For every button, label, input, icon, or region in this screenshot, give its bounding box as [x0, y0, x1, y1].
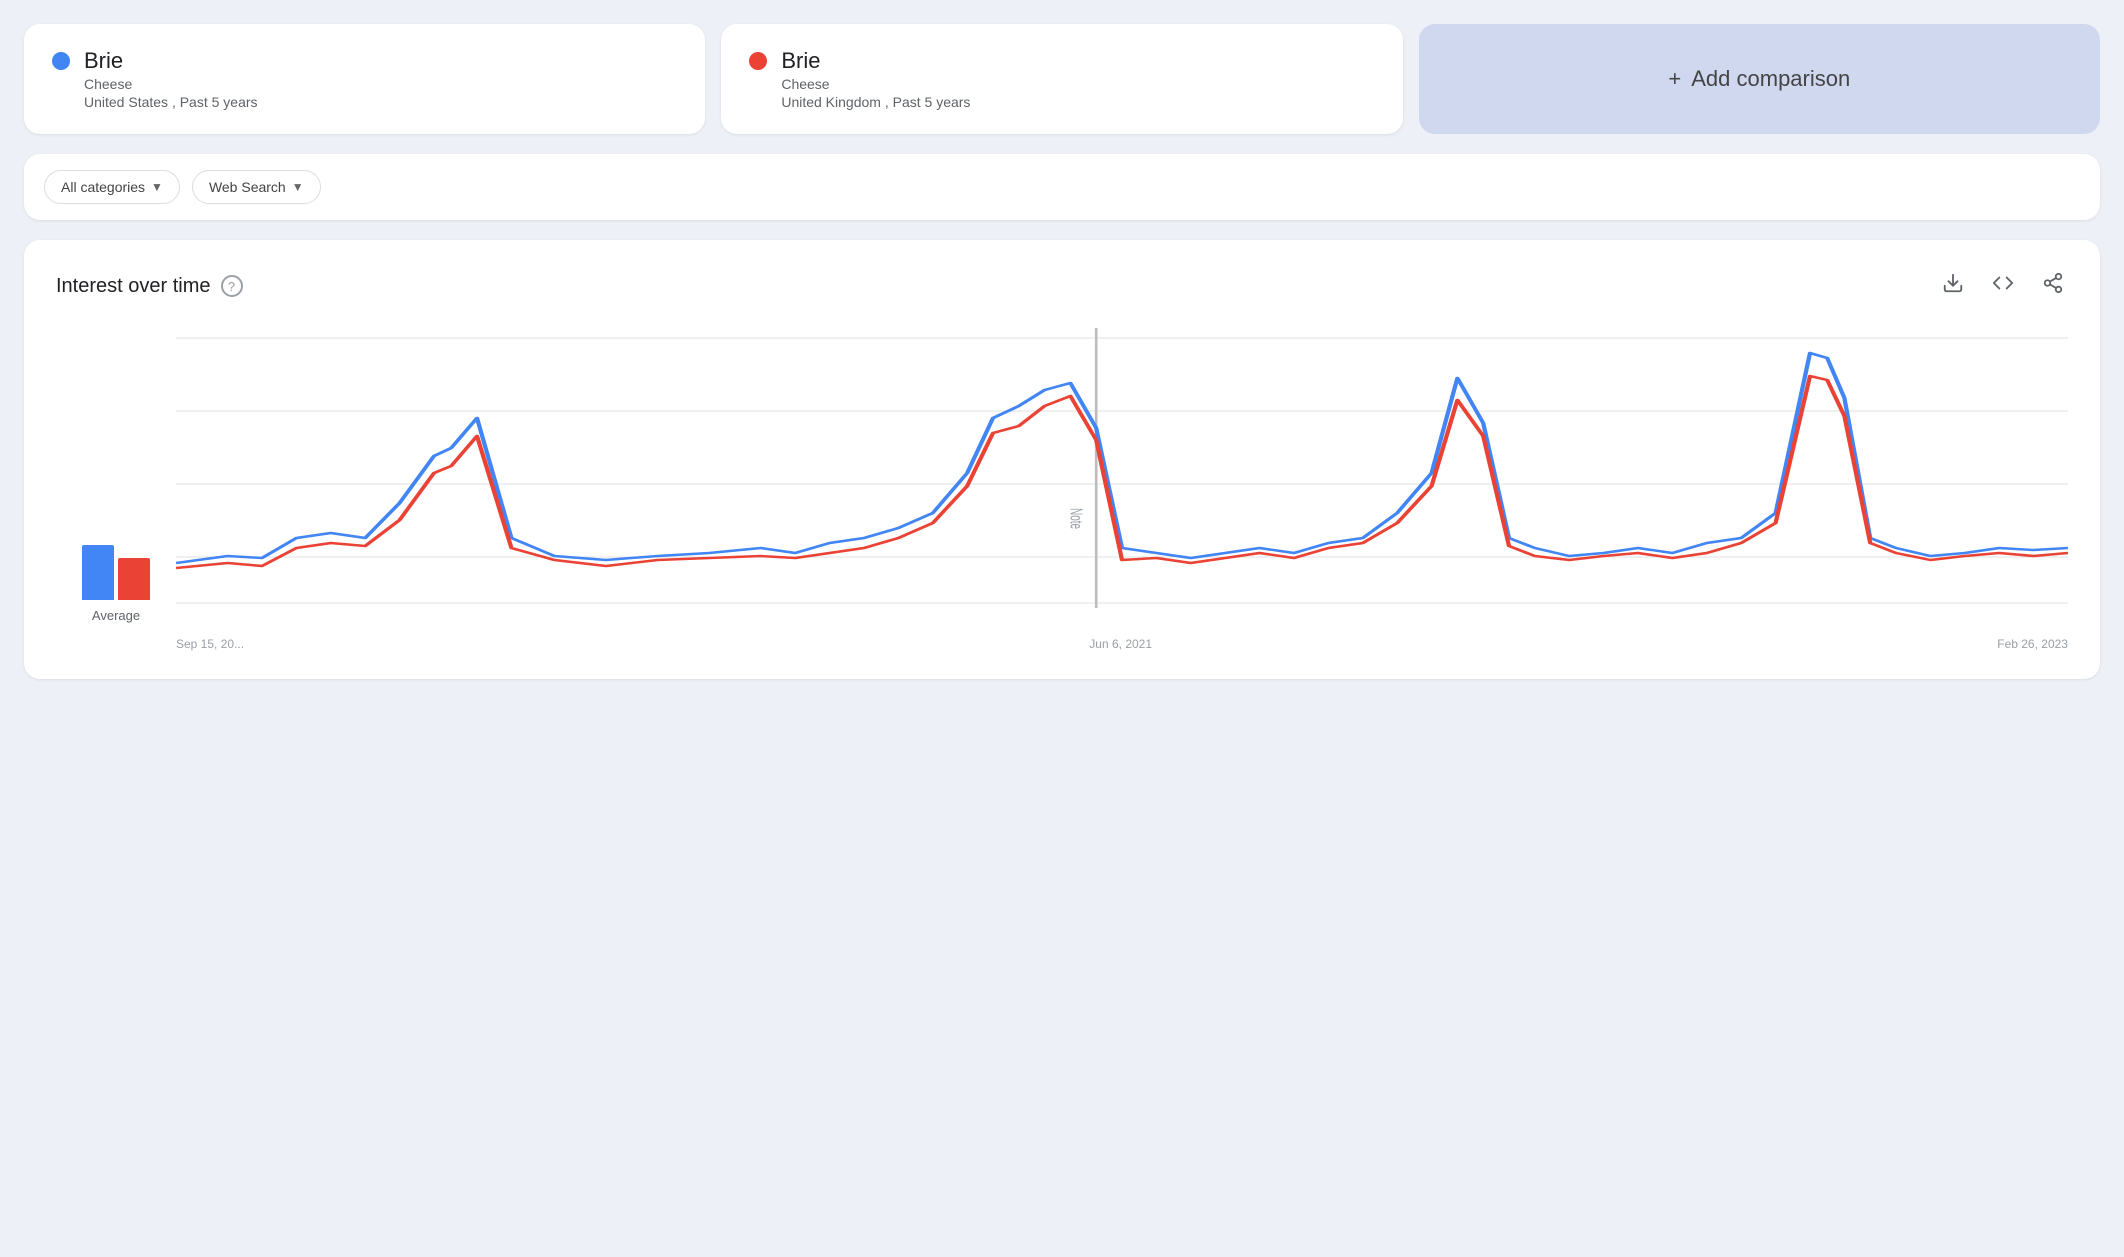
chart-area: 100 75 50 25 Note Sep 15, 20... Jun 6, 2…	[176, 328, 2068, 651]
term-category-1: Cheese	[84, 76, 258, 92]
term-name-1: Brie	[84, 48, 258, 74]
term-dot-1	[52, 52, 70, 70]
chart-section: Interest over time ?	[24, 240, 2100, 679]
categories-label: All categories	[61, 179, 145, 195]
chart-legend-left: Average	[56, 328, 176, 651]
legend-label: Average	[92, 608, 140, 623]
chart-title-group: Interest over time ?	[56, 275, 243, 298]
legend-bars	[82, 540, 150, 600]
svg-text:Note: Note	[1067, 508, 1087, 529]
legend-bar-red	[118, 558, 150, 600]
embed-button[interactable]	[1988, 268, 2018, 304]
term-category-2: Cheese	[781, 76, 970, 92]
term-card-1: Brie Cheese United States , Past 5 years	[24, 24, 705, 134]
chart-container: Average 100 75 50 25 Note	[56, 328, 2068, 651]
x-label-3: Feb 26, 2023	[1997, 637, 2068, 651]
chart-header: Interest over time ?	[56, 268, 2068, 304]
legend-bar-blue	[82, 545, 114, 600]
filters-section: All categories ▼ Web Search ▼	[24, 154, 2100, 220]
term-dot-2	[749, 52, 767, 70]
chart-actions	[1938, 268, 2068, 304]
download-button[interactable]	[1938, 268, 1968, 304]
x-axis-labels: Sep 15, 20... Jun 6, 2021 Feb 26, 2023	[176, 637, 2068, 651]
chart-title: Interest over time	[56, 275, 211, 298]
categories-filter[interactable]: All categories ▼	[44, 170, 180, 204]
add-comparison-label: Add comparison	[1691, 66, 1850, 92]
search-type-chevron: ▼	[292, 180, 304, 194]
term-region-1: United States , Past 5 years	[84, 94, 258, 110]
term-name-2: Brie	[781, 48, 970, 74]
share-button[interactable]	[2038, 268, 2068, 304]
x-label-1: Sep 15, 20...	[176, 637, 244, 651]
categories-chevron: ▼	[151, 180, 163, 194]
term-region-2: United Kingdom , Past 5 years	[781, 94, 970, 110]
search-type-filter[interactable]: Web Search ▼	[192, 170, 321, 204]
term-card-2: Brie Cheese United Kingdom , Past 5 year…	[721, 24, 1402, 134]
add-comparison-card[interactable]: + Add comparison	[1419, 24, 2100, 134]
chart-svg: 100 75 50 25 Note	[176, 328, 2068, 628]
plus-icon: +	[1668, 66, 1681, 92]
x-label-2: Jun 6, 2021	[1089, 637, 1152, 651]
search-type-label: Web Search	[209, 179, 286, 195]
help-icon[interactable]: ?	[221, 275, 243, 297]
